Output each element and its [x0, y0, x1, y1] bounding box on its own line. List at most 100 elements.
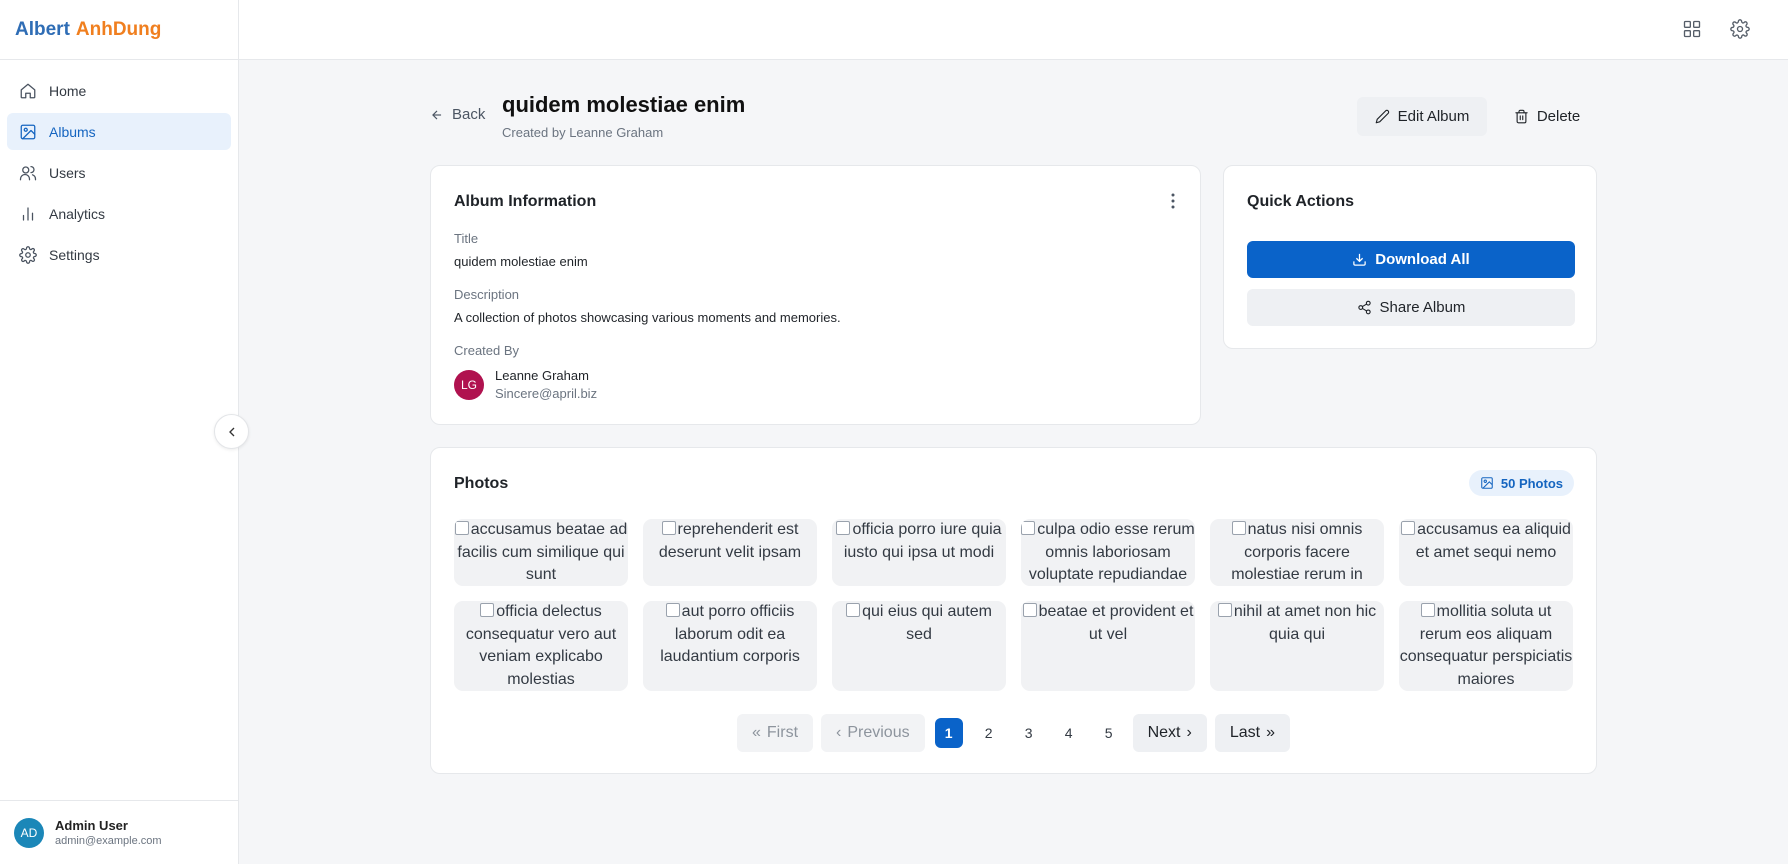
avatar: LG [454, 369, 484, 400]
user-name: Admin User [55, 818, 128, 833]
share-icon [1357, 300, 1371, 315]
chevron-left-icon [228, 427, 234, 436]
photo-alt-text: officia porro iure quia iusto qui ipsa u… [843, 521, 1002, 561]
download-all-button[interactable]: Download All [1247, 241, 1575, 278]
broken-image-icon [1401, 521, 1416, 535]
broken-image-icon [1217, 603, 1232, 617]
first-page-button[interactable]: « First [737, 714, 814, 752]
next-page-button[interactable]: Next › [1132, 714, 1207, 752]
photo-thumbnail[interactable]: reprehenderit est deserunt velit ipsam [643, 519, 817, 586]
more-vertical-icon[interactable] [1170, 192, 1176, 210]
photo-alt-text: culpa odio esse rerum omnis laboriosam v… [1028, 521, 1195, 583]
page-button-4[interactable]: 4 [1055, 718, 1083, 748]
pencil-icon [1375, 109, 1389, 124]
broken-image-icon [454, 521, 469, 535]
photo-thumbnail[interactable]: qui eius qui autem sed [832, 601, 1006, 691]
previous-page-button[interactable]: ‹ Previous [821, 714, 925, 752]
settings-button[interactable] [1730, 19, 1752, 41]
sidebar-item-albums[interactable]: Albums [7, 113, 231, 150]
quick-actions-card: Quick Actions Download All Share Album [1223, 165, 1597, 349]
delete-button[interactable]: Delete [1502, 97, 1592, 136]
photo-count-badge: 50 Photos [1468, 470, 1574, 496]
photo-alt-text: reprehenderit est deserunt velit ipsam [658, 521, 802, 561]
photo-thumbnail[interactable]: accusamus ea aliquid et amet sequi nemo [1399, 519, 1573, 586]
photo-thumbnail[interactable]: culpa odio esse rerum omnis laboriosam v… [1021, 519, 1195, 586]
next-page-label: Next [1147, 724, 1181, 741]
double-chevron-right-icon: » [1266, 724, 1275, 741]
share-album-button[interactable]: Share Album [1247, 289, 1575, 326]
photo-alt-text: aut porro officiis laborum odit ea lauda… [660, 603, 800, 665]
trash-icon [1515, 109, 1528, 124]
broken-image-icon [836, 521, 851, 535]
photo-thumbnail[interactable]: nihil at amet non hic quia qui [1210, 601, 1384, 691]
grid-icon [1683, 20, 1701, 38]
page-button-5[interactable]: 5 [1095, 718, 1123, 748]
sidebar-item-label: Analytics [49, 205, 106, 222]
broken-image-icon [661, 521, 676, 535]
page-button-2[interactable]: 2 [975, 718, 1003, 748]
sidebar-item-settings[interactable]: Settings [7, 236, 231, 273]
description-label: Description [454, 287, 520, 302]
edit-album-button[interactable]: Edit Album [1357, 97, 1487, 136]
photo-thumbnail[interactable]: natus nisi omnis corporis facere molesti… [1210, 519, 1384, 586]
user-email: admin@example.com [55, 835, 162, 847]
gear-icon [19, 245, 37, 264]
photo-alt-text: nihil at amet non hic quia qui [1233, 603, 1377, 643]
creator-email: Sincere@april.biz [495, 386, 598, 401]
top-bar [239, 0, 1788, 60]
page-title: quidem molestiae enim [502, 92, 746, 117]
sidebar-nav: Home Albums Users Analytics Settings [0, 60, 238, 289]
photo-thumbnail[interactable]: beatae et provident et ut vel [1021, 601, 1195, 691]
page-button-1[interactable]: 1 [934, 718, 963, 748]
page-button-3[interactable]: 3 [1015, 718, 1043, 748]
pagination: « First ‹ Previous 1 2 3 4 5 Next › Last… [431, 714, 1596, 752]
photo-thumbnail[interactable]: officia delectus consequatur vero aut ve… [454, 601, 628, 691]
photos-card: Photos 50 Photos accusamus beatae ad fac… [430, 447, 1597, 774]
brand-name-part2: AnhDung [75, 18, 162, 40]
photo-alt-text: beatae et provident et ut vel [1038, 603, 1194, 643]
avatar: AD [14, 817, 44, 848]
grid-menu-button[interactable] [1682, 19, 1704, 41]
brand-logo[interactable]: Albert AnhDung [0, 0, 238, 60]
sidebar: Albert AnhDung Home Albums Users Analyti… [0, 0, 239, 864]
sidebar-item-label: Home [49, 82, 87, 99]
sidebar-item-analytics[interactable]: Analytics [7, 195, 231, 232]
back-button[interactable]: Back [430, 106, 485, 123]
broken-image-icon [480, 603, 495, 617]
photo-grid: accusamus beatae ad facilis cum similiqu… [454, 519, 1575, 691]
broken-image-icon [665, 603, 680, 617]
title-value: quidem molestiae enim [454, 254, 588, 269]
broken-image-icon [846, 603, 861, 617]
sidebar-item-users[interactable]: Users [7, 154, 231, 191]
arrow-left-icon [432, 110, 442, 119]
photo-alt-text: natus nisi omnis corporis facere molesti… [1231, 521, 1363, 583]
photo-alt-text: qui eius qui autem sed [862, 603, 992, 643]
image-icon [1481, 477, 1493, 489]
card-title: Quick Actions [1247, 193, 1354, 210]
created-by-label: Created By [454, 343, 520, 358]
page-subtitle: Created by Leanne Graham [502, 125, 664, 140]
photo-thumbnail[interactable]: officia porro iure quia iusto qui ipsa u… [832, 519, 1006, 586]
collapse-sidebar-button[interactable] [214, 414, 249, 449]
sidebar-item-home[interactable]: Home [7, 72, 231, 109]
last-page-button[interactable]: Last » [1214, 714, 1290, 752]
image-icon [20, 124, 36, 139]
edit-album-label: Edit Album [1397, 108, 1470, 125]
delete-label: Delete [1536, 108, 1581, 125]
back-label: Back [452, 106, 486, 123]
current-user[interactable]: AD Admin User admin@example.com [0, 800, 238, 864]
description-value: A collection of photos showcasing variou… [454, 310, 841, 325]
photo-thumbnail[interactable]: mollitia soluta ut rerum eos aliquam con… [1399, 601, 1573, 691]
download-all-label: Download All [1375, 251, 1470, 268]
photo-alt-text: accusamus beatae ad facilis cum similiqu… [457, 521, 628, 583]
first-page-label: First [766, 724, 799, 741]
photo-thumbnail[interactable]: accusamus beatae ad facilis cum similiqu… [454, 519, 628, 586]
title-label: Title [454, 231, 479, 246]
chevron-left-icon: ‹ [836, 724, 842, 741]
photo-thumbnail[interactable]: aut porro officiis laborum odit ea lauda… [643, 601, 817, 691]
sidebar-item-label: Settings [49, 246, 100, 263]
chevron-right-icon: › [1186, 724, 1192, 741]
card-title: Photos [454, 475, 509, 492]
card-title: Album Information [454, 193, 597, 210]
home-icon [20, 83, 36, 98]
